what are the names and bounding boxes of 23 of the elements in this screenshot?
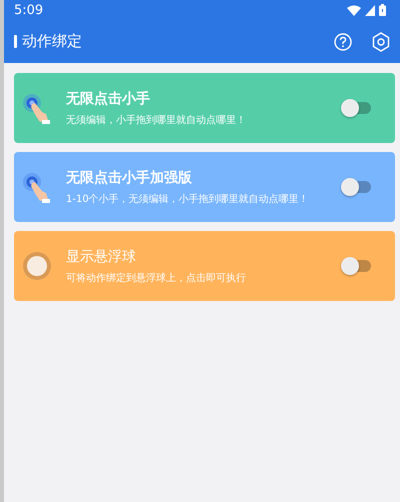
feature-card[interactable]: 无限点击小手 无须编辑，小手拖到哪里就自动点哪里！ (14, 73, 395, 143)
page-title: 动作绑定 (22, 32, 83, 51)
card-title: 无限点击小手 (66, 90, 151, 108)
settings-icon[interactable] (372, 32, 390, 52)
toggle-switch[interactable] (341, 178, 371, 196)
floating-ball-icon (22, 251, 52, 281)
toggle-switch[interactable] (341, 99, 371, 117)
status-time: 5:09 (14, 2, 44, 18)
card-title: 显示悬浮球 (66, 248, 137, 266)
toggle-switch[interactable] (341, 257, 371, 275)
title-marker (14, 35, 17, 48)
feature-card[interactable]: 无限点击小手加强版 1-10个小手，无须编辑，小手拖到哪里就自动点哪里！ (14, 152, 395, 222)
wifi-icon (347, 4, 361, 16)
tap-hand-icon (22, 171, 52, 203)
card-description: 无须编辑，小手拖到哪里就自动点哪里！ (66, 114, 247, 126)
feature-card[interactable]: 显示悬浮球 可将动作绑定到悬浮球上，点击即可执行 (14, 231, 395, 301)
card-title: 无限点击小手加强版 (66, 168, 193, 186)
help-icon[interactable] (334, 32, 352, 50)
tap-hand-icon (22, 92, 52, 124)
card-description: 可将动作绑定到悬浮球上，点击即可执行 (66, 272, 247, 284)
battery-icon (379, 4, 386, 16)
signal-icon (365, 4, 375, 16)
card-description: 1-10个小手，无须编辑，小手拖到哪里就自动点哪里！ (66, 192, 310, 206)
